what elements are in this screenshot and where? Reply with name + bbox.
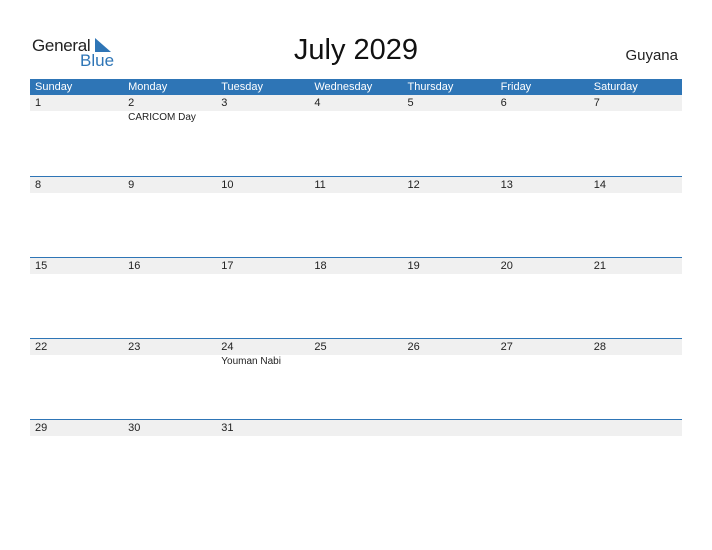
day-number: 11 [314,179,326,191]
day-number [589,420,682,436]
day-number: 27 [500,341,513,353]
day-number: 4 [314,97,321,109]
date-strip: 15 16 17 18 19 20 21 [30,258,682,274]
holiday-label [216,111,309,125]
holiday-label [403,111,496,125]
day-number: 12 [407,179,420,191]
day-number [496,420,589,436]
weekday-saturday: Saturday [593,81,638,93]
day-number: 17 [221,260,234,272]
day-number: 8 [35,179,42,191]
weekday-friday: Friday [500,81,532,93]
week-row: 22 23 24 25 26 27 28 Youman Nabi [30,338,682,419]
weekday-wednesday: Wednesday [314,81,373,93]
day-number: 10 [221,179,234,191]
holiday-label: CARICOM Day [128,112,196,123]
calendar-grid: Sunday Monday Tuesday Wednesday Thursday… [30,79,682,500]
holiday-label [30,355,123,369]
weekday-tuesday: Tuesday [221,81,264,93]
weekday-sunday: Sunday [35,81,73,93]
day-number: 13 [500,179,513,191]
day-number: 28 [593,341,606,353]
holiday-label [403,355,496,369]
day-number: 14 [593,179,606,191]
holiday-label [496,111,589,125]
day-number: 18 [314,260,327,272]
events-row: Youman Nabi [30,355,682,369]
week-row: 1 2 3 4 5 6 7 CARICOM Day [30,95,682,176]
day-number [403,420,496,436]
day-number: 20 [500,260,513,272]
page-title: July 2029 [293,34,419,66]
day-number: 2 [128,97,135,109]
holiday-label [589,111,682,125]
weekday-monday: Monday [128,81,168,93]
weekday-header: Sunday Monday Tuesday Wednesday Thursday… [30,79,682,95]
holiday-label [496,355,589,369]
day-number: 30 [128,422,141,434]
events-row: CARICOM Day [30,111,682,125]
holiday-label [30,111,123,125]
date-strip: 22 23 24 25 26 27 28 [30,339,682,355]
holiday-label [309,111,402,125]
holiday-label [123,355,216,369]
day-number: 22 [35,341,48,353]
day-number: 7 [593,97,600,109]
day-number: 1 [35,97,42,109]
day-number [309,420,402,436]
day-number: 26 [407,341,420,353]
country-label: Guyana [625,47,678,64]
date-strip: 8 9 10 11 12 13 14 [30,177,682,193]
day-number: 21 [593,260,606,272]
day-number: 15 [35,260,48,272]
day-number: 24 [221,341,234,353]
day-number: 16 [128,260,141,272]
day-number: 31 [221,422,234,434]
date-strip: 29 30 31 [30,420,682,436]
week-row: 15 16 17 18 19 20 21 [30,257,682,338]
day-number: 19 [407,260,420,272]
holiday-label: Youman Nabi [221,356,281,367]
weekday-thursday: Thursday [407,81,454,93]
holiday-label [309,355,402,369]
day-number: 6 [500,97,507,109]
week-row: 29 30 31 [30,419,682,500]
day-number: 3 [221,97,228,109]
day-number: 23 [128,341,141,353]
day-number: 29 [35,422,48,434]
day-number: 25 [314,341,327,353]
holiday-label [589,355,682,369]
week-row: 8 9 10 11 12 13 14 [30,176,682,257]
day-number: 5 [407,97,414,109]
date-strip: 1 2 3 4 5 6 7 [30,95,682,111]
day-number: 9 [128,179,135,191]
